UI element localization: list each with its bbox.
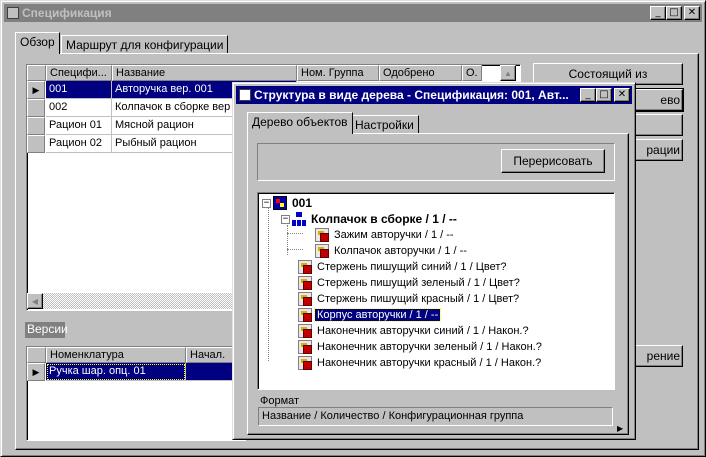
row-pointer-icon: ▶ (32, 366, 40, 377)
row-pointer-icon: ▶ (32, 84, 40, 95)
column-header-group[interactable]: Ном. Группа (297, 65, 379, 81)
tree-node[interactable]: Наконечник авторучки зеленый / 1 / Након… (298, 339, 544, 355)
minimize-icon: _ (585, 89, 591, 100)
close-button[interactable]: ✕ (614, 88, 630, 102)
tree-node-selected[interactable]: Корпус авторучки / 1 / -- (298, 307, 442, 323)
tree-window: Структура в виде дерева - Спецификация: … (232, 82, 636, 440)
component-icon (298, 276, 312, 290)
maximize-button[interactable]: □ (666, 6, 682, 20)
component-icon (315, 228, 329, 242)
cell-spec[interactable]: 002 (46, 99, 112, 117)
tree-node[interactable]: Наконечник авторучки синий / 1 / Након.? (298, 323, 531, 339)
minimize-icon: _ (655, 7, 661, 18)
horizontal-scrollbar[interactable] (27, 293, 237, 309)
component-icon (298, 292, 312, 306)
tree-titlebar[interactable]: Структура в виде дерева - Спецификация: … (236, 86, 632, 104)
object-tree: − 001 − Колпачок в сборке / 1 / -- Зажим… (257, 192, 615, 390)
tree-node[interactable]: Зажим авторучки / 1 / -- (315, 227, 456, 243)
app-icon (7, 7, 19, 19)
tab-overview[interactable]: Обзор (15, 32, 60, 54)
row-indicator[interactable]: ▶ (27, 363, 45, 381)
arrow-left-icon: ◀ (31, 296, 39, 306)
cell-spec[interactable]: Рацион 02 (46, 135, 112, 153)
redraw-button[interactable]: Перерисовать (501, 149, 605, 173)
minimize-button[interactable]: _ (650, 6, 666, 20)
versions-grid: Номенклатура Начал. ▶ Ручка шар. опц. 01 (26, 346, 246, 441)
row-indicator[interactable] (27, 99, 45, 117)
scroll-left-button[interactable]: ◀ (27, 293, 43, 309)
tree-node-assembly[interactable]: − Колпачок в сборке / 1 / -- (281, 211, 459, 227)
tree-window-title: Структура в виде дерева - Спецификация: … (254, 88, 569, 102)
close-button[interactable]: ✕ (684, 6, 700, 20)
versions-header: Версии (25, 322, 68, 338)
column-header-name[interactable]: Название (112, 65, 297, 81)
row-indicator[interactable] (27, 117, 45, 135)
collapse-icon[interactable]: − (281, 214, 290, 224)
row-indicator[interactable]: ▶ (27, 81, 45, 99)
tree-node-root[interactable]: − 001 (262, 195, 314, 211)
grid-corner (27, 347, 46, 363)
component-icon (298, 324, 312, 338)
format-label: Формат (260, 395, 300, 407)
tree-node[interactable]: Стержень пишущий синий / 1 / Цвет? (298, 259, 508, 275)
tab-settings[interactable]: Настройки (350, 115, 419, 134)
row-indicator[interactable] (27, 135, 45, 153)
format-field: Название / Количество / Конфигурационная… (258, 407, 613, 426)
component-icon (298, 356, 312, 370)
column-header-approved[interactable]: Одобрено (379, 65, 462, 81)
tab-config-route[interactable]: Маршрут для конфигурации (61, 35, 229, 54)
resize-arrow-icon[interactable]: ▶ (617, 424, 623, 433)
maximize-button[interactable]: □ (596, 88, 612, 102)
window-icon (239, 89, 251, 101)
minimize-button[interactable]: _ (580, 88, 596, 102)
cell-spec[interactable]: 001 (46, 81, 112, 99)
component-icon (298, 260, 312, 274)
tree-connector (287, 225, 288, 255)
close-icon: ✕ (687, 7, 697, 18)
main-titlebar[interactable]: Спецификация _ □ ✕ (4, 4, 702, 22)
arrow-up-icon: ▲ (504, 68, 512, 78)
collapse-icon[interactable]: − (262, 198, 271, 208)
assembly-icon (292, 212, 306, 226)
component-icon (315, 244, 329, 258)
tree-connector (287, 233, 303, 234)
maximize-icon: □ (669, 7, 679, 18)
column-header-o[interactable]: О. (462, 65, 482, 81)
main-window-title: Спецификация (22, 6, 112, 20)
tree-node[interactable]: Наконечник авторучки красный / 1 / Након… (298, 355, 543, 371)
cell-nomenclature[interactable]: Ручка шар. опц. 01 (46, 363, 186, 381)
tab-object-tree[interactable]: Дерево объектов (247, 112, 353, 134)
column-header-nomenclature[interactable]: Номенклатура (46, 347, 186, 363)
specification-icon (273, 196, 287, 210)
tree-connector (268, 207, 269, 361)
maximize-icon: □ (599, 89, 609, 100)
scroll-up-button[interactable]: ▲ (500, 65, 516, 81)
close-icon: ✕ (617, 89, 627, 100)
tree-node[interactable]: Стержень пишущий красный / 1 / Цвет? (298, 291, 521, 307)
component-icon (298, 340, 312, 354)
cell-spec[interactable]: Рацион 01 (46, 117, 112, 135)
tree-node[interactable]: Стержень пишущий зеленый / 1 / Цвет? (298, 275, 522, 291)
component-icon (298, 308, 312, 322)
grid-corner (27, 65, 46, 81)
tree-connector (287, 249, 303, 250)
tree-node[interactable]: Колпачок авторучки / 1 / -- (315, 243, 469, 259)
column-header-spec[interactable]: Специфи... (46, 65, 112, 81)
